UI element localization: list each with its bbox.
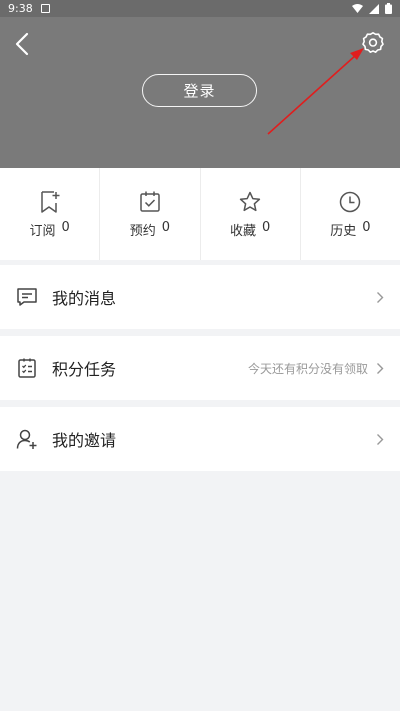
bookmark-add-icon	[40, 190, 60, 213]
message-icon	[16, 286, 38, 308]
signal-icon	[369, 3, 379, 14]
menu-label: 我的消息	[52, 289, 117, 308]
login-button[interactable]: 登录	[142, 74, 257, 107]
clock-icon	[340, 191, 361, 212]
stat-label: 预约	[129, 223, 156, 239]
wifi-icon	[352, 4, 363, 13]
stat-count: 0	[362, 219, 371, 235]
stats-bar: 订阅 0 预约 0 收藏 0 历史 0	[0, 168, 400, 260]
stat-label: 历史	[330, 223, 357, 239]
settings-button[interactable]	[359, 29, 387, 57]
stat-subscriptions[interactable]: 订阅 0	[0, 168, 101, 260]
menu-label: 我的邀请	[52, 431, 117, 450]
gear-icon	[362, 31, 384, 53]
stat-count: 0	[161, 219, 171, 235]
status-bar: 9:38	[0, 0, 400, 17]
status-icons	[352, 3, 392, 14]
menu-item-points-tasks[interactable]: 积分任务 今天还有积分没有领取	[0, 336, 400, 400]
user-add-icon	[16, 428, 38, 450]
calendar-check-icon	[140, 191, 160, 212]
stat-favorites[interactable]: 收藏 0	[201, 168, 301, 260]
status-time: 9:38	[8, 2, 33, 15]
back-button[interactable]	[10, 31, 34, 57]
points-hint: 今天还有积分没有领取	[247, 361, 368, 376]
battery-icon	[385, 3, 392, 14]
stat-reservations[interactable]: 预约 0	[100, 168, 201, 260]
menu-label: 积分任务	[52, 360, 117, 379]
profile-header: 登录	[0, 17, 400, 168]
menu-item-messages[interactable]: 我的消息	[0, 265, 400, 329]
chevron-right-icon	[376, 362, 384, 375]
stat-label: 收藏	[229, 223, 256, 239]
menu-item-invites[interactable]: 我的邀请	[0, 407, 400, 471]
back-arrow-icon	[15, 32, 29, 56]
task-list-icon	[16, 357, 38, 379]
chevron-right-icon	[376, 291, 384, 304]
stat-count: 0	[261, 219, 271, 235]
stat-history[interactable]: 历史 0	[301, 168, 400, 260]
stat-label: 订阅	[29, 223, 56, 239]
star-icon	[239, 191, 261, 211]
notification-icon	[40, 4, 50, 13]
chevron-right-icon	[376, 433, 384, 446]
stat-count: 0	[61, 219, 70, 235]
